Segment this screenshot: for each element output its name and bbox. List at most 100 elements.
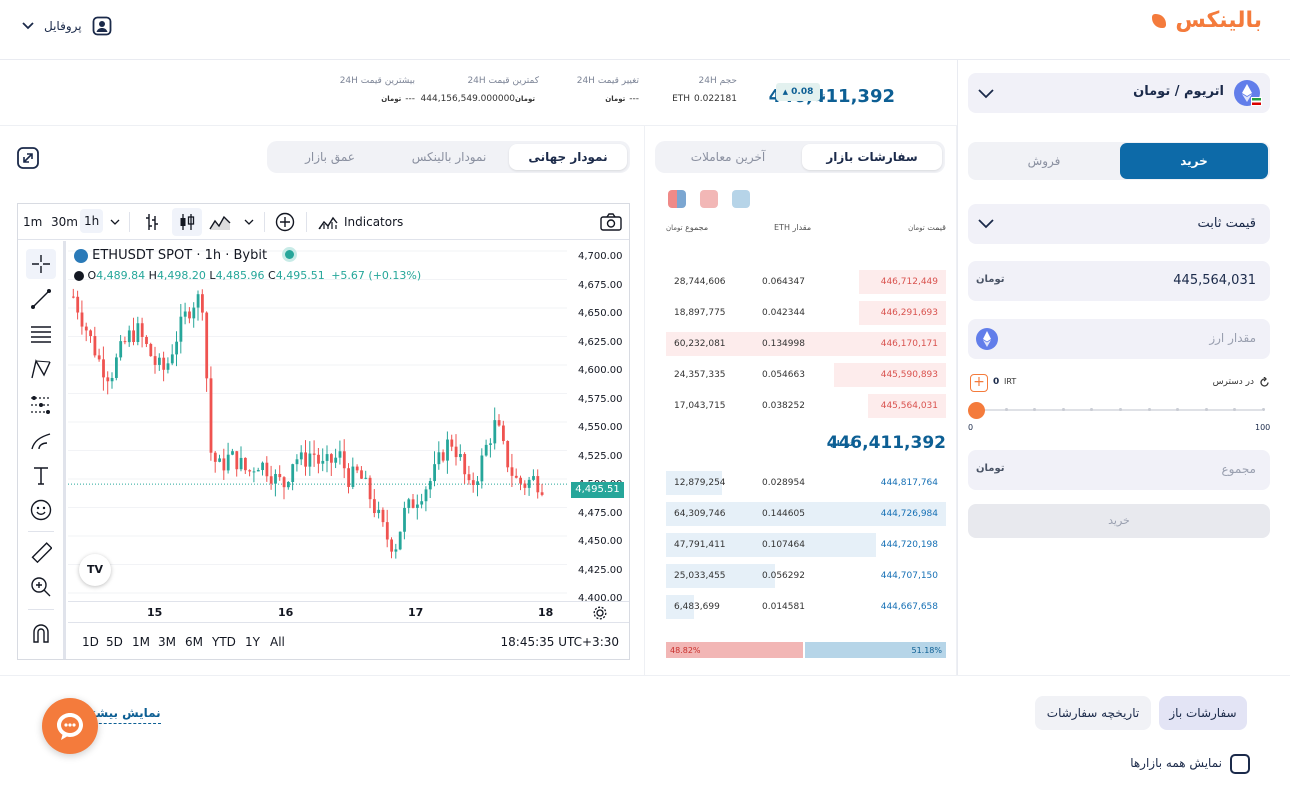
slider-thumb[interactable]: [968, 402, 985, 419]
tab-balinex-chart[interactable]: نمودار بالینکس: [390, 144, 508, 170]
ask-row[interactable]: 445,590,893 0.054663 24,357,335: [666, 363, 946, 387]
buy-tab[interactable]: خرید: [1120, 143, 1268, 179]
row-price: 444,720,198: [880, 540, 938, 550]
range-ytd[interactable]: YTD: [212, 635, 236, 649]
candles-style-button[interactable]: [172, 208, 202, 236]
candle-body: [235, 451, 239, 470]
tab-recent-trades[interactable]: آخرین معاملات: [658, 144, 798, 170]
interval-1h[interactable]: 1h: [80, 209, 104, 233]
row-price: 444,707,150: [880, 571, 938, 581]
compare-plus-icon[interactable]: [275, 212, 295, 232]
stat-label: بیشترین قیمت 24H: [339, 76, 415, 86]
submit-buy-button[interactable]: خرید: [968, 504, 1270, 538]
bid-row[interactable]: 444,707,150 0.056292 25,033,455: [666, 564, 946, 588]
range-3m[interactable]: 3M: [158, 635, 176, 649]
candle-body: [360, 470, 363, 479]
bid-row[interactable]: 444,667,658 0.014581 6,483,699: [666, 595, 946, 619]
bid-row[interactable]: 444,720,198 0.107464 47,791,411: [666, 533, 946, 557]
range-all[interactable]: All: [270, 635, 285, 649]
view-bids-icon[interactable]: [732, 190, 750, 208]
range-1d[interactable]: 1D: [82, 635, 99, 649]
tradingview-logo[interactable]: TV: [79, 554, 111, 586]
candle-body: [265, 462, 269, 477]
text-tool-icon[interactable]: [32, 465, 50, 485]
crosshair-tool[interactable]: [26, 249, 56, 279]
ruler-icon[interactable]: [30, 542, 52, 564]
tab-market-orders[interactable]: سفارشات بازار: [802, 144, 942, 170]
available-row: + 0 IRT در دسترس: [968, 373, 1270, 393]
interval-30m[interactable]: 30m: [51, 215, 78, 229]
range-6m[interactable]: 6M: [185, 635, 203, 649]
profile-menu[interactable]: پروفایل: [22, 14, 112, 38]
range-1y[interactable]: 1Y: [245, 635, 260, 649]
tab-open-orders[interactable]: سفارشات باز: [1159, 696, 1247, 730]
indicators-button[interactable]: Indicators: [318, 213, 403, 231]
magnet-icon[interactable]: [31, 623, 51, 643]
price-field[interactable]: تومان 445,564,031: [968, 261, 1270, 301]
tab-global-chart[interactable]: نمودار جهانی: [509, 144, 627, 170]
toolbar-divider: [306, 212, 307, 232]
candle-body: [158, 357, 161, 365]
candle-body: [149, 343, 153, 357]
bid-row[interactable]: 444,726,984 0.144605 64,309,746: [666, 502, 946, 526]
row-amount: 0.042344: [762, 308, 805, 318]
market-selector[interactable]: اتریوم / تومان: [968, 73, 1270, 113]
ask-row[interactable]: 445,564,031 0.038252 17,043,715: [666, 394, 946, 418]
view-both-icon[interactable]: [668, 190, 686, 208]
fib-lines-icon[interactable]: [30, 325, 52, 343]
total-field[interactable]: تومان مجموع: [968, 450, 1270, 490]
candle-body: [89, 330, 92, 337]
candle-body: [269, 476, 273, 484]
row-price: 446,170,171: [880, 339, 938, 349]
ask-row[interactable]: 446,170,171 0.134998 60,232,081: [666, 332, 946, 356]
row-amount: 0.107464: [762, 540, 805, 550]
amount-field[interactable]: مقدار ارز: [968, 319, 1270, 359]
range-1m[interactable]: 1M: [132, 635, 150, 649]
chevron-down-icon[interactable]: [110, 218, 120, 226]
change-percent: 0.08: [791, 87, 814, 97]
range-5d[interactable]: 5D: [106, 635, 123, 649]
sell-ratio-bar: 48.82%: [666, 642, 803, 658]
amount-slider[interactable]: [968, 400, 1270, 420]
tradingview-chart[interactable]: 1m 30m 1h Indicators ETHUSDT SPOT · 1h ·…: [17, 203, 630, 660]
settings-gear-icon[interactable]: [593, 606, 607, 620]
deposit-plus-button[interactable]: +: [970, 374, 988, 392]
zoom-in-icon[interactable]: [30, 576, 52, 598]
balinex-logo[interactable]: بالینکس: [1151, 8, 1262, 33]
chevron-down-icon[interactable]: [244, 218, 254, 226]
refresh-icon[interactable]: [1259, 377, 1270, 388]
slider-tick: [1204, 408, 1208, 411]
trend-line-icon[interactable]: [30, 288, 52, 310]
ask-row[interactable]: 446,291,693 0.042344 18,897,775: [666, 301, 946, 325]
candle-body: [162, 357, 166, 370]
row-amount: 0.054663: [762, 370, 805, 380]
tab-order-history[interactable]: تاریخچه سفارشات: [1035, 696, 1151, 730]
area-chart-icon[interactable]: [209, 213, 231, 231]
sell-tab[interactable]: فروش: [970, 143, 1118, 179]
candle-body: [102, 359, 105, 378]
candle-body: [84, 326, 88, 331]
support-chat-button[interactable]: [42, 698, 98, 754]
emoji-icon[interactable]: [30, 499, 52, 521]
pattern-icon[interactable]: [30, 358, 52, 380]
brush-icon[interactable]: [30, 430, 52, 452]
view-asks-icon[interactable]: [700, 190, 718, 208]
candle-body: [278, 473, 282, 478]
candle-body: [115, 357, 118, 378]
candlestick-plot[interactable]: [68, 241, 629, 601]
arrow-up-icon: ▲: [782, 88, 789, 96]
show-all-markets-checkbox[interactable]: نمایش همه بازارها: [1100, 752, 1250, 776]
ask-row[interactable]: 446,712,449 0.064347 28,744,606: [666, 270, 946, 294]
replay-icon: [74, 271, 84, 281]
fullscreen-icon[interactable]: [17, 147, 39, 169]
bid-row[interactable]: 444,817,764 0.028954 12,879,254: [666, 471, 946, 495]
projection-icon[interactable]: [30, 395, 52, 415]
interval-1m[interactable]: 1m: [23, 215, 42, 229]
order-type-select[interactable]: قیمت ثابت: [968, 204, 1270, 244]
checkbox-box[interactable]: [1230, 754, 1250, 774]
bar-style-icon[interactable]: [144, 213, 160, 231]
toolbar-divider: [264, 212, 265, 232]
camera-icon[interactable]: [600, 213, 622, 231]
candle-body: [205, 312, 209, 379]
tab-market-depth[interactable]: عمق بازار: [271, 144, 389, 170]
